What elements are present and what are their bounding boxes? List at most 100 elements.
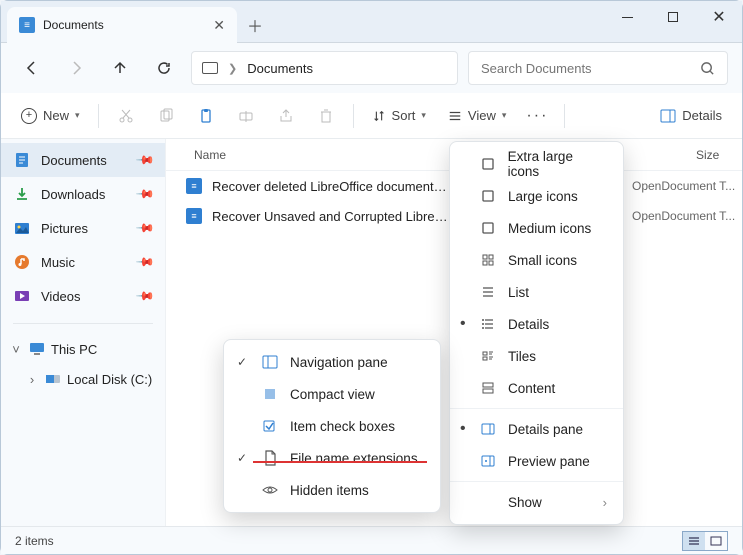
- view-icon: [448, 109, 462, 123]
- chevron-down-icon: ▾: [75, 110, 80, 121]
- forward-button[interactable]: [59, 51, 93, 85]
- layout-option-extra-large-icons[interactable]: Extra large icons: [450, 148, 623, 180]
- show-option-navigation-pane[interactable]: ✓Navigation pane: [224, 346, 440, 378]
- show-submenu-trigger[interactable]: Show›: [450, 486, 623, 518]
- layout-icon: [478, 189, 498, 203]
- new-tab-button[interactable]: ＋: [237, 7, 273, 43]
- pc-icon: [29, 342, 45, 356]
- music-icon: [13, 254, 31, 270]
- pin-icon[interactable]: 📌: [135, 184, 155, 204]
- layout-icon: [478, 285, 498, 299]
- view-button[interactable]: View ▾: [438, 99, 516, 133]
- details-pane-button[interactable]: Details: [650, 99, 732, 133]
- search-icon: [700, 61, 715, 76]
- details-pane-icon: [660, 109, 676, 123]
- sidebar-item-pictures[interactable]: Pictures 📌: [1, 211, 165, 245]
- show-submenu: ✓Navigation paneCompact viewItem check b…: [223, 339, 441, 513]
- pc-icon: [202, 62, 218, 74]
- close-button[interactable]: ✕: [696, 1, 742, 33]
- show-option-file-name-extensions[interactable]: ✓File name extensions: [224, 442, 440, 474]
- plus-icon: +: [21, 108, 37, 124]
- window-tab[interactable]: ≡ Documents ✕: [7, 7, 237, 43]
- pane-option-preview-pane[interactable]: Preview pane: [450, 445, 623, 477]
- layout-option-small-icons[interactable]: Small icons: [450, 244, 623, 276]
- details-layout-toggle[interactable]: [683, 532, 705, 550]
- sidebar-item-videos[interactable]: Videos📌: [1, 279, 165, 313]
- cut-button[interactable]: [107, 99, 145, 133]
- search-box[interactable]: [468, 51, 728, 85]
- copy-button[interactable]: [147, 99, 185, 133]
- chevron-down-icon: ▾: [502, 110, 507, 121]
- navbar: ❯ Documents: [1, 43, 742, 93]
- file-type: OpenDocument T...: [632, 209, 742, 223]
- tree-item-this-pc[interactable]: ˅This PC: [1, 334, 165, 364]
- show-option-compact-view[interactable]: Compact view: [224, 378, 440, 410]
- sidebar-item-label: Downloads: [41, 187, 105, 202]
- search-input[interactable]: [481, 61, 700, 76]
- tab-title: Documents: [43, 18, 205, 32]
- pin-icon[interactable]: 📌: [135, 252, 155, 272]
- layout-icon: [478, 221, 498, 235]
- refresh-button[interactable]: [147, 51, 181, 85]
- sidebar-item-music[interactable]: Music 📌: [1, 245, 165, 279]
- compact-icon: [260, 387, 280, 401]
- sidebar-item-downloads[interactable]: Downloads 📌: [1, 177, 165, 211]
- pin-icon[interactable]: 📌: [135, 286, 155, 306]
- paste-button[interactable]: [187, 99, 225, 133]
- layout-option-large-icons[interactable]: Large icons: [450, 180, 623, 212]
- sidebar-item-label: Music: [41, 255, 75, 270]
- up-button[interactable]: [103, 51, 137, 85]
- tab-close-icon[interactable]: ✕: [213, 17, 225, 34]
- layout-icon: [478, 317, 498, 331]
- pictures-icon: [13, 220, 31, 236]
- titlebar: ≡ Documents ✕ ＋ ✕: [1, 1, 742, 43]
- chevron-right-icon: ❯: [228, 62, 237, 75]
- tree-twisty-icon[interactable]: ˅: [9, 342, 23, 357]
- document-icon: [13, 152, 31, 168]
- checkmark-icon: ✓: [234, 355, 250, 369]
- item-count: 2 items: [15, 534, 54, 548]
- tree-item-local-disk-c-[interactable]: ›Local Disk (C:): [1, 364, 165, 394]
- tree-twisty-icon[interactable]: ›: [25, 372, 39, 387]
- sort-button[interactable]: Sort ▾: [362, 99, 436, 133]
- pane-option-details-pane[interactable]: •Details pane: [450, 413, 623, 445]
- odt-file-icon: ≡: [186, 208, 202, 224]
- address-bar[interactable]: ❯ Documents: [191, 51, 458, 85]
- sidebar-item-label: Pictures: [41, 221, 88, 236]
- layout-option-details[interactable]: •Details: [450, 308, 623, 340]
- layout-toggle: [682, 531, 728, 551]
- rename-button[interactable]: [227, 99, 265, 133]
- checkmark-icon: ✓: [234, 451, 250, 465]
- sidebar-item-label: Documents: [41, 153, 107, 168]
- sidebar-item-documents[interactable]: Documents 📌: [1, 143, 165, 177]
- minimize-button[interactable]: [604, 1, 650, 33]
- download-icon: [13, 186, 31, 202]
- chevron-right-icon: ›: [603, 495, 607, 510]
- back-button[interactable]: [15, 51, 49, 85]
- show-option-item-check-boxes[interactable]: Item check boxes: [224, 410, 440, 442]
- pin-icon[interactable]: 📌: [135, 150, 155, 170]
- layout-menu: Extra large iconsLarge iconsMedium icons…: [449, 141, 624, 525]
- delete-button[interactable]: [307, 99, 345, 133]
- layout-option-list[interactable]: List: [450, 276, 623, 308]
- new-button[interactable]: + New ▾: [11, 99, 90, 133]
- videos-icon: [13, 288, 31, 304]
- layout-icon: [478, 349, 498, 363]
- pane-icon: [478, 423, 498, 435]
- show-option-hidden-items[interactable]: Hidden items: [224, 474, 440, 506]
- pin-icon[interactable]: 📌: [135, 218, 155, 238]
- thumbnails-layout-toggle[interactable]: [705, 532, 727, 550]
- maximize-button[interactable]: [650, 1, 696, 33]
- disk-icon: [45, 373, 61, 385]
- share-button[interactable]: [267, 99, 305, 133]
- odt-file-icon: ≡: [186, 178, 202, 194]
- layout-option-content[interactable]: Content: [450, 372, 623, 404]
- column-size[interactable]: Size: [696, 148, 742, 162]
- layout-icon: [478, 381, 498, 395]
- breadcrumb[interactable]: Documents: [247, 61, 313, 76]
- more-button[interactable]: ···: [518, 99, 556, 133]
- column-name[interactable]: Name: [194, 148, 226, 162]
- layout-option-medium-icons[interactable]: Medium icons: [450, 212, 623, 244]
- chevron-down-icon: ▾: [421, 110, 426, 121]
- layout-option-tiles[interactable]: Tiles: [450, 340, 623, 372]
